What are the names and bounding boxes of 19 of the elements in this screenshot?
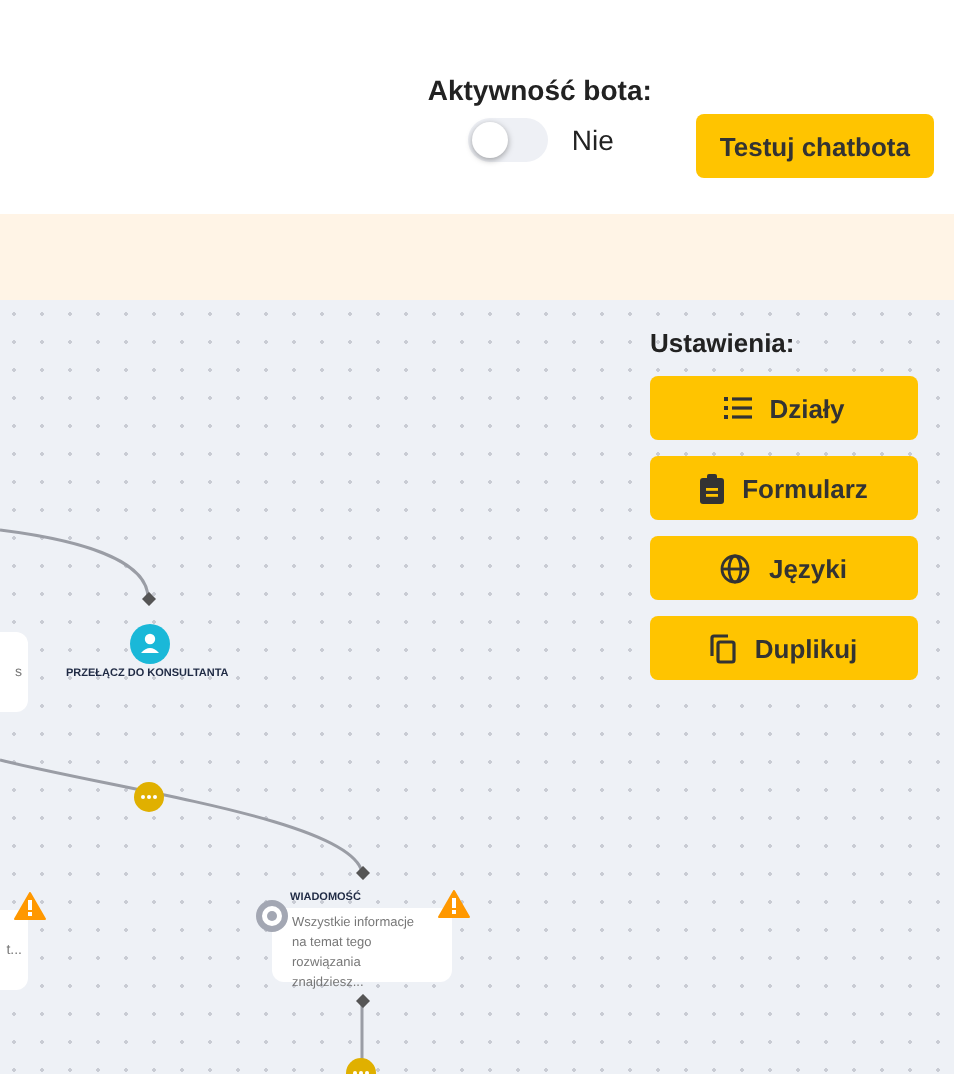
message-icon (256, 900, 288, 932)
globe-icon (720, 553, 751, 583)
connection-point-icon (356, 994, 370, 1008)
settings-title: Ustawienia: (650, 328, 797, 358)
settings-button[interactable]: Formularz (650, 456, 918, 520)
person-icon (130, 624, 170, 664)
list-icon (723, 396, 752, 420)
bot-activity-label: Aktywność bota: (427, 74, 652, 106)
settings-button[interactable]: Działy (650, 376, 918, 440)
settings-button[interactable]: Duplikuj (650, 616, 918, 680)
toggle-switch[interactable] (467, 118, 548, 162)
connection-point-icon (142, 592, 156, 606)
toggle-state-label: Nie (571, 124, 614, 156)
test-chatbot-button[interactable]: Testuj chatbota (695, 114, 934, 178)
copy-icon (710, 633, 737, 663)
clipboard-icon (700, 473, 725, 503)
settings-button[interactable]: Języki (650, 536, 918, 600)
more-options-icon (134, 782, 164, 812)
connection-point-icon (356, 866, 370, 880)
